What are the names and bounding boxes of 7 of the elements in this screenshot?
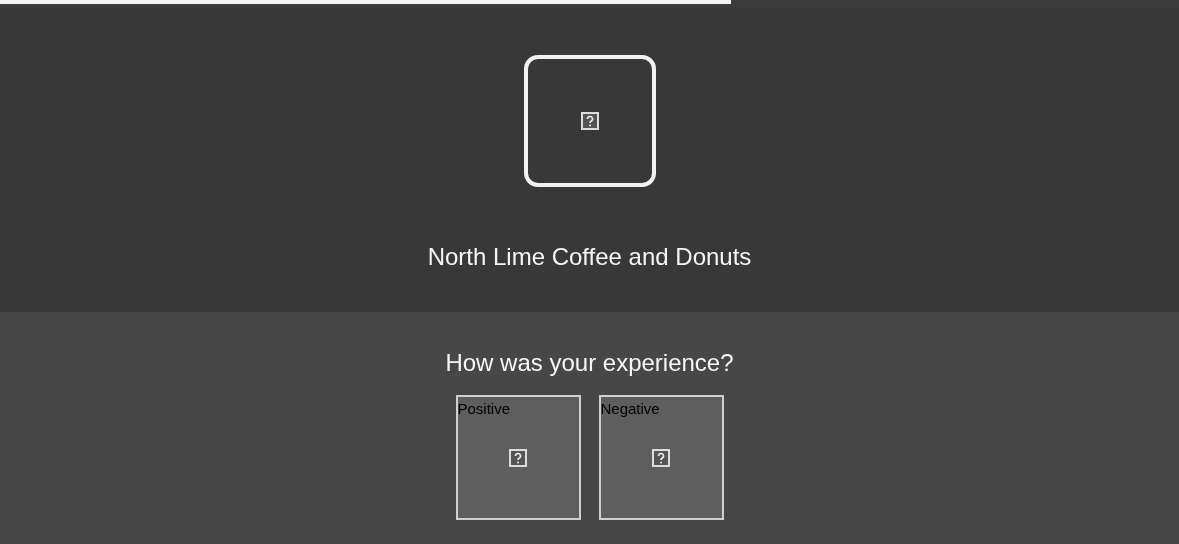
broken-image-icon xyxy=(580,112,599,130)
rating-option-button[interactable]: Positive xyxy=(455,395,581,520)
rating-option-button[interactable]: Negative xyxy=(598,395,724,520)
broken-image-icon xyxy=(652,448,670,467)
survey-question: How was your experience? xyxy=(445,348,734,378)
broken-image-icon xyxy=(509,448,527,467)
business-name: North Lime Coffee and Donuts xyxy=(427,242,752,272)
